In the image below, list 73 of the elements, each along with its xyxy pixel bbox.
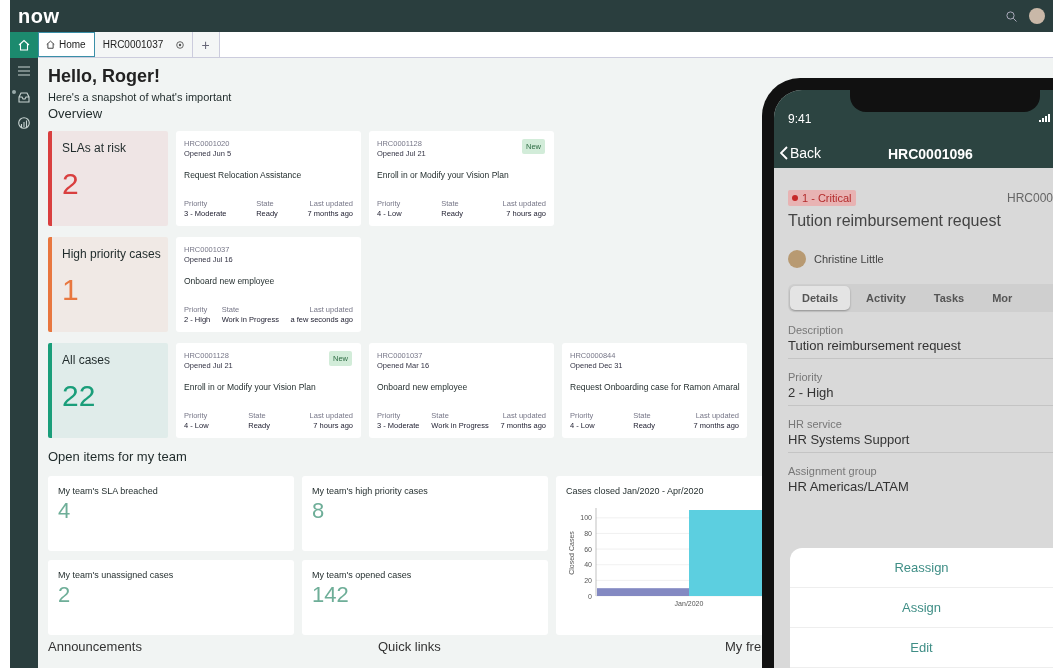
section-heading: Announcements: [48, 639, 143, 654]
metric-card[interactable]: My team's high priority cases 8: [302, 476, 548, 551]
action-button[interactable]: Edit: [790, 628, 1053, 668]
field-label: HR service: [788, 418, 843, 430]
home-icon: [46, 40, 55, 49]
field-value: HR Americas/LATAM: [788, 479, 910, 494]
metric-value: 4: [58, 498, 72, 524]
greeting: Hello, Roger!: [48, 66, 161, 87]
tab[interactable]: Activity: [854, 286, 918, 310]
section-heading: Quick links: [378, 639, 442, 654]
tab[interactable]: HRC0001037: [94, 32, 193, 57]
case-title: Tution reimbursement request: [788, 212, 1002, 230]
field-value: 2 - High: [788, 385, 835, 400]
new-tab-button[interactable]: +: [192, 32, 220, 57]
summary-card[interactable]: All cases 22: [48, 343, 168, 438]
nav-button[interactable]: [10, 32, 38, 58]
avatar: [788, 250, 806, 268]
metric-label: My team's high priority cases: [312, 486, 429, 496]
inbox-icon: [18, 91, 30, 103]
action-button[interactable]: Assign: [790, 588, 1053, 628]
metric-value: 2: [58, 582, 72, 608]
summary-card[interactable]: High priority cases 1: [48, 237, 168, 332]
metric-label: My team's unassigned cases: [58, 570, 175, 580]
analytics-icon: [18, 117, 30, 129]
case-title: Onboard new employee: [184, 276, 275, 286]
case-title: Enroll in or Modify your Vision Plan: [377, 170, 509, 180]
action-button[interactable]: Reassign: [790, 548, 1053, 588]
summary-label: All cases: [62, 353, 112, 367]
search-icon[interactable]: [1006, 10, 1017, 22]
close-icon[interactable]: [175, 40, 184, 49]
field-value: HR Systems Support: [788, 432, 911, 447]
metric-card[interactable]: My team's opened cases 142: [302, 560, 548, 635]
summary-label: High priority cases: [62, 247, 162, 261]
chevron-left-icon: [780, 146, 788, 160]
case-title: Request Onboarding case for Ramon Amaral: [570, 382, 740, 392]
case-title: Onboard new employee: [377, 382, 468, 392]
field-label: Priority: [788, 371, 824, 383]
metric-value: 142: [312, 582, 350, 608]
back-button[interactable]: Back: [780, 145, 822, 161]
field-label: Assignment group: [788, 465, 878, 477]
section-heading: Overview: [48, 106, 103, 121]
summary-count: 1: [62, 273, 80, 307]
status-time: 9:41: [788, 112, 812, 126]
tab[interactable]: Home: [38, 32, 95, 57]
logo: now: [18, 4, 60, 28]
tab[interactable]: Tasks: [921, 286, 977, 310]
metric-card[interactable]: My team's SLA breached 4: [48, 476, 294, 551]
summary-count: 2: [62, 167, 80, 201]
section-heading: My fre: [725, 639, 763, 654]
section-heading: Open items for my team: [48, 449, 187, 464]
record-title: HRC0001096: [888, 146, 973, 162]
metric-label: My team's SLA breached: [58, 486, 159, 496]
assignee-name: Christine Little: [814, 253, 884, 265]
metric-value: 8: [312, 498, 326, 524]
tab[interactable]: Mor: [980, 286, 1025, 310]
signal-icon: [1039, 114, 1053, 122]
summary-count: 22: [62, 379, 97, 413]
summary-card[interactable]: SLAs at risk 2: [48, 131, 168, 226]
priority-badge: 1 - Critical: [788, 190, 856, 206]
metric-card[interactable]: My team's unassigned cases 2: [48, 560, 294, 635]
summary-label: SLAs at risk: [62, 141, 128, 155]
field-value: Tution reimbursement request: [788, 338, 962, 353]
subtitle: Here's a snapshot of what's important: [48, 91, 232, 103]
record-number: HRC000: [1006, 191, 1053, 205]
chart-title: Cases closed Jan/2020 - Apr/2020: [566, 486, 705, 496]
case-title: Request Relocation Assistance: [184, 170, 302, 180]
case-title: Enroll in or Modify your Vision Plan: [184, 382, 316, 392]
field-label: Description: [788, 324, 845, 336]
tab[interactable]: Details: [790, 286, 851, 310]
avatar[interactable]: [1029, 8, 1045, 24]
metric-label: My team's opened cases: [312, 570, 413, 580]
home-icon: [18, 39, 30, 51]
list-icon: [18, 66, 30, 76]
